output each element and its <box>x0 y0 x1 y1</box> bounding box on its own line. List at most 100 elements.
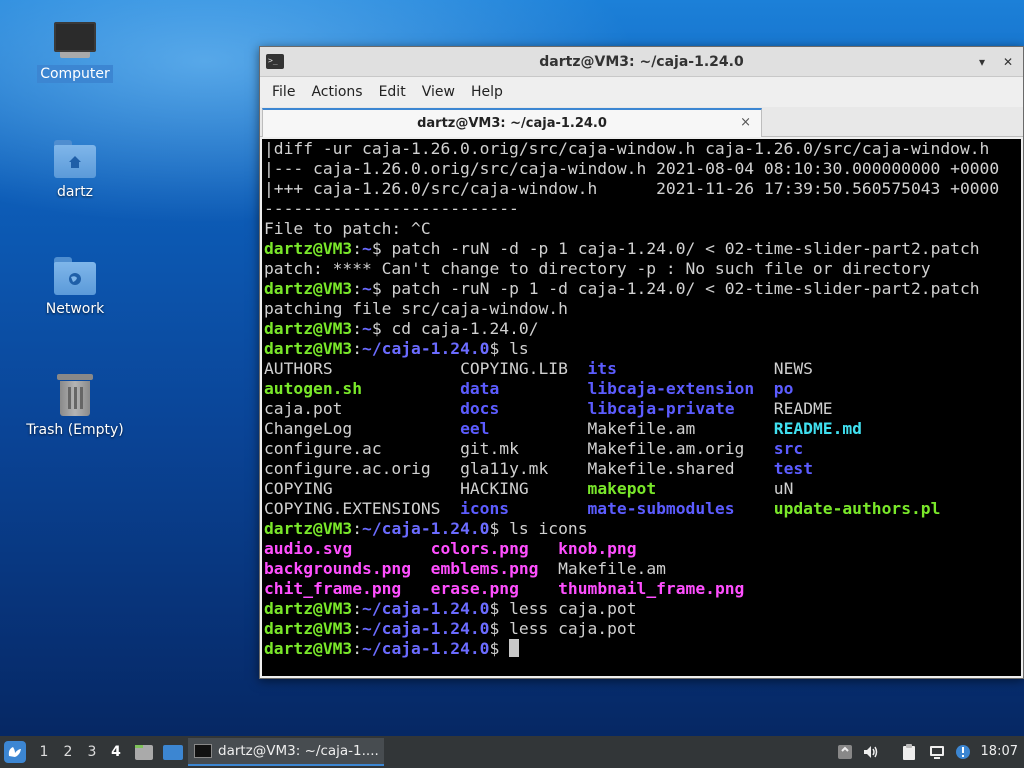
menu-button[interactable] <box>0 736 30 768</box>
ls-entry: po <box>773 379 794 398</box>
desktop-icon-network[interactable]: Network <box>25 257 125 318</box>
terminal-prompt-line: dartz@VM3:~/caja-1.24.0$ less caja.pot <box>264 619 637 638</box>
computer-icon <box>54 22 96 60</box>
menu-file[interactable]: File <box>264 77 303 107</box>
trash-icon <box>57 374 93 416</box>
terminal-prompt-line: dartz@VM3:~$ patch -ruN -d -p 1 caja-1.2… <box>264 239 980 258</box>
terminal-output[interactable]: |diff -ur caja-1.26.0.orig/src/caja-wind… <box>262 139 1021 676</box>
workspace-2[interactable]: 2 <box>56 744 80 760</box>
terminal-line: -------------------------- <box>264 199 519 218</box>
close-button[interactable]: ✕ <box>999 53 1017 71</box>
ls-entry: COPYING.EXTENSIONS <box>264 499 441 518</box>
workspace-3[interactable]: 3 <box>80 744 104 760</box>
terminal-task-icon <box>194 744 212 758</box>
ls-output-row: COPYING.EXTENSIONS icons mate-submodules… <box>264 499 1021 519</box>
show-desktop-icon[interactable] <box>162 742 184 762</box>
ls-entry: colors.png <box>430 539 529 558</box>
menu-help[interactable]: Help <box>463 77 511 107</box>
home-folder-icon <box>54 140 96 178</box>
ls-entry: libcaja-private <box>587 399 735 418</box>
ls-entry: makepot <box>587 479 657 498</box>
taskbar-window-button[interactable]: dartz@VM3: ~/caja-1.... <box>188 738 384 766</box>
desktop-icon-computer[interactable]: Computer <box>25 22 125 83</box>
updates-icon[interactable] <box>954 743 972 761</box>
ls-entry: git.mk <box>460 439 519 458</box>
terminal-line: |+++ caja-1.26.0/src/caja-window.h 2021-… <box>264 179 1000 198</box>
desktop-icon-label: Network <box>45 301 105 317</box>
ls-entry: update-authors.pl <box>773 499 941 518</box>
ls-entry: NEWS <box>773 359 813 378</box>
ls-entry: eel <box>460 419 490 438</box>
ls-output-row: configure.ac git.mk Makefile.am.orig src <box>264 439 1021 459</box>
terminal-line: patching file src/caja-window.h <box>264 299 568 318</box>
ls-entry: icons <box>460 499 510 518</box>
file-manager-launcher-icon[interactable] <box>134 742 154 762</box>
terminal-window[interactable]: >_ dartz@VM3: ~/caja-1.24.0 ▾ ✕ File Act… <box>259 46 1024 679</box>
desktop-icon-label: Computer <box>37 65 113 83</box>
taskbar-window-label: dartz@VM3: ~/caja-1.... <box>218 743 379 759</box>
ls-entry: COPYING.LIB <box>460 359 568 378</box>
window-titlebar[interactable]: >_ dartz@VM3: ~/caja-1.24.0 ▾ ✕ <box>260 47 1023 77</box>
ls-entry: Makefile.am <box>558 559 666 578</box>
network-folder-icon <box>54 257 96 295</box>
ls-entry: uN <box>773 479 794 498</box>
workspace-4[interactable]: 4 <box>104 744 128 760</box>
terminal-tab[interactable]: dartz@VM3: ~/caja-1.24.0 × <box>262 108 762 137</box>
ls-entry: erase.png <box>430 579 519 598</box>
minimize-button[interactable]: ▾ <box>973 53 991 71</box>
desktop-icon-trash[interactable]: Trash (Empty) <box>25 374 125 439</box>
terminal-prompt-line: dartz@VM3:~/caja-1.24.0$ ls <box>264 339 529 358</box>
ls-entry: test <box>773 459 813 478</box>
ls-entry: knob.png <box>558 539 637 558</box>
ls-entry: AUTHORS <box>264 359 333 378</box>
ls-entry: COPYING <box>264 479 333 498</box>
terminal-line: File to patch: ^C <box>264 219 431 238</box>
ls-entry: configure.ac.orig <box>264 459 431 478</box>
workspace-1[interactable]: 1 <box>32 744 56 760</box>
terminal-prompt-line: dartz@VM3:~/caja-1.24.0$ less caja.pot <box>264 599 637 618</box>
terminal-prompt-line: dartz@VM3:~$ patch -ruN -p 1 -d caja-1.2… <box>264 279 980 298</box>
desktop-icon-label: Trash (Empty) <box>26 422 124 438</box>
ls-entry: gla11y.mk <box>460 459 549 478</box>
ls-output-row: COPYING HACKING makepot uN <box>264 479 1021 499</box>
tab-close-icon[interactable]: × <box>740 115 751 130</box>
volume-icon[interactable] <box>862 743 880 761</box>
desktop-icon-home[interactable]: dartz <box>25 140 125 201</box>
terminal-tab-label: dartz@VM3: ~/caja-1.24.0 <box>417 116 607 131</box>
terminal-prompt-line: dartz@VM3:~/caja-1.24.0$ <box>264 639 1021 659</box>
ls-output-row: caja.pot docs libcaja-private README <box>264 399 1021 419</box>
menu-actions[interactable]: Actions <box>303 77 370 107</box>
network-status-icon[interactable] <box>928 743 946 761</box>
ls-entry: data <box>460 379 500 398</box>
terminal-line: patch: **** Can't change to directory -p… <box>264 259 931 278</box>
menu-view[interactable]: View <box>414 77 463 107</box>
ls-icons-row: backgrounds.png emblems.png Makefile.am <box>264 559 1021 579</box>
ls-output-row: configure.ac.orig gla11y.mk Makefile.sha… <box>264 459 1021 479</box>
window-title: dartz@VM3: ~/caja-1.24.0 <box>539 53 744 70</box>
ls-icons-row: audio.svg colors.png knob.png <box>264 539 1021 559</box>
ls-entry: ChangeLog <box>264 419 353 438</box>
ls-entry: mate-submodules <box>587 499 735 518</box>
taskbar: 1 2 3 4 dartz@VM3: ~/caja-1.... 18:07 <box>0 736 1024 768</box>
ls-entry: autogen.sh <box>264 379 363 398</box>
tab-bar: dartz@VM3: ~/caja-1.24.0 × <box>260 107 1023 137</box>
ls-entry: libcaja-extension <box>587 379 755 398</box>
terminal-prompt-line: dartz@VM3:~$ cd caja-1.24.0/ <box>264 319 539 338</box>
menubar: File Actions Edit View Help <box>260 77 1023 107</box>
ls-entry: HACKING <box>460 479 529 498</box>
clipboard-icon[interactable] <box>900 743 918 761</box>
ls-entry: Makefile.am <box>587 419 696 438</box>
ls-entry: src <box>773 439 804 458</box>
desktop-icon-label: dartz <box>56 184 94 200</box>
ls-entry: README <box>773 399 833 418</box>
ls-entry: emblems.png <box>430 559 539 578</box>
ls-entry: configure.ac <box>264 439 382 458</box>
ls-entry: caja.pot <box>264 399 343 418</box>
terminal-prompt-line: dartz@VM3:~/caja-1.24.0$ ls icons <box>264 519 588 538</box>
ls-entry: thumbnail_frame.png <box>558 579 745 598</box>
menu-edit[interactable]: Edit <box>371 77 414 107</box>
notification-icon[interactable] <box>836 743 854 761</box>
terminal-line: |--- caja-1.26.0.orig/src/caja-window.h … <box>264 159 1000 178</box>
ls-entry: Makefile.am.orig <box>587 439 745 458</box>
ls-icons-row: chit_frame.png erase.png thumbnail_frame… <box>264 579 1021 599</box>
